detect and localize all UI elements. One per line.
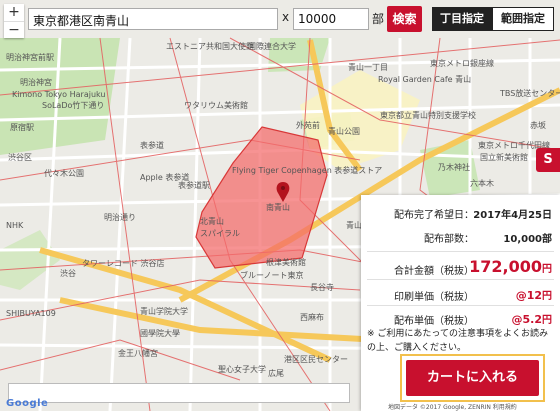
print-price-amount: @12 bbox=[515, 289, 542, 302]
total-amount: 172,000 bbox=[469, 257, 542, 276]
map-label: ワタリウム美術館 bbox=[184, 100, 248, 110]
count-label: 配布部数： bbox=[424, 234, 474, 245]
cart-button-frame: カートに入れる bbox=[400, 354, 545, 402]
times-label: x bbox=[282, 10, 290, 24]
map-label: 六本木 bbox=[470, 178, 494, 188]
delivery-date-value: 2017年4月25日 bbox=[473, 210, 552, 221]
map-attribution[interactable]: 地図データ ©2017 Google, ZENRIN 利用規約 bbox=[388, 402, 517, 411]
delivery-date-label: 配布完了希望日： bbox=[394, 210, 474, 221]
map-label: 明治神宮前駅 bbox=[6, 52, 54, 62]
map-label: TBS放送センター bbox=[499, 88, 560, 98]
map-label: 南青山 bbox=[266, 202, 290, 212]
map-label: 國學院大學 bbox=[140, 328, 180, 338]
map-label: 乃木神社 bbox=[438, 162, 470, 172]
count-row: 配布部数： 10,000部 bbox=[361, 227, 560, 245]
tab-range[interactable]: 範囲指定 bbox=[492, 7, 554, 31]
map-label: 青山公園 bbox=[328, 126, 360, 136]
count-value: 10,000部 bbox=[503, 234, 552, 245]
map-label: 外苑前 bbox=[296, 120, 320, 130]
map-label: Apple 表参道 bbox=[140, 172, 189, 182]
map-label: 渋谷区 bbox=[8, 152, 32, 162]
map-label: 東京都立青山特別支援学校 bbox=[380, 110, 476, 120]
map-label: 国立新美術館 bbox=[480, 152, 528, 162]
unit-label: 部 bbox=[372, 12, 385, 26]
zoom-control: + − bbox=[4, 4, 24, 38]
quantity-input[interactable]: 10000 bbox=[293, 8, 369, 30]
total-label: 合計金額（税抜） bbox=[394, 266, 474, 277]
map-label: 広尾 bbox=[268, 368, 284, 378]
total-value: 172,000円 bbox=[469, 257, 552, 276]
map-label: タワーレコード 渋谷店 bbox=[82, 258, 165, 268]
divider bbox=[367, 251, 554, 252]
bottom-input-field[interactable] bbox=[8, 383, 350, 403]
map-label: SoLaDo竹下通り bbox=[42, 100, 104, 110]
print-price-row: 印刷単価（税抜） @12円 bbox=[361, 285, 560, 303]
zoom-out-button[interactable]: − bbox=[4, 21, 24, 39]
dist-price-amount: @5.2 bbox=[511, 313, 543, 326]
map-label: 明治通り bbox=[104, 212, 136, 222]
map-label: 港区区民センター bbox=[284, 354, 348, 364]
map-label: 国際連合大学 bbox=[248, 41, 296, 51]
add-to-cart-button[interactable]: カートに入れる bbox=[406, 360, 539, 396]
map-label: 渋谷 bbox=[60, 268, 76, 278]
map-label: ブルーノート東京 bbox=[240, 270, 304, 280]
terms-note: ※ ご利用にあたっての注意事項をよくお読みの上、ご購入ください。 bbox=[367, 329, 548, 353]
map-label: SHIBUYA109 bbox=[6, 309, 56, 318]
map-label: Flying Tiger Copenhagen 表参道ストア bbox=[232, 165, 382, 175]
map-label: 赤坂 bbox=[530, 120, 546, 130]
search-toolbar: + − 東京都港区南青山 x 10000 部 検索 丁目指定 範囲指定 bbox=[0, 0, 560, 38]
divider bbox=[367, 305, 554, 306]
map-label: 聖心女子大学 bbox=[218, 364, 266, 374]
dist-price-value: @5.2円 bbox=[512, 311, 553, 326]
map-label: 根津美術館 bbox=[266, 257, 306, 267]
google-logo: Google bbox=[6, 398, 49, 409]
map-label: スパイラル bbox=[200, 229, 240, 238]
print-price-label: 印刷単価（税抜） bbox=[394, 292, 474, 303]
print-price-value: @12円 bbox=[516, 287, 552, 302]
print-price-unit: 円 bbox=[542, 291, 552, 302]
search-button[interactable]: 検索 bbox=[387, 6, 422, 32]
map-label: 原宿駅 bbox=[10, 122, 34, 132]
map-label: エストニア共和国大使館 bbox=[166, 41, 254, 51]
map-label: 長谷寺 bbox=[310, 283, 334, 292]
delivery-date-row: 配布完了希望日： 2017年4月25日 bbox=[361, 203, 560, 221]
map-label: Kimono Tokyo Harajuku bbox=[12, 90, 105, 99]
tab-chome[interactable]: 丁目指定 bbox=[432, 7, 492, 31]
total-unit: 円 bbox=[542, 264, 552, 275]
map-label: 明治神宮 bbox=[20, 77, 52, 87]
map-label: 西麻布 bbox=[300, 312, 324, 322]
divider bbox=[367, 279, 554, 280]
map-label: 東京メトロ銀座線 bbox=[430, 58, 494, 68]
map-label: NHK bbox=[6, 221, 24, 230]
dist-price-row: 配布単価（税抜） @5.2円 bbox=[361, 309, 560, 327]
side-tab-button[interactable]: S bbox=[536, 148, 560, 172]
map-label: 代々木公園 bbox=[44, 168, 84, 178]
map-label: 金王八幡宮 bbox=[118, 348, 158, 358]
dist-price-unit: 円 bbox=[542, 315, 552, 326]
total-row: 合計金額（税抜） 172,000円 bbox=[361, 257, 560, 277]
map-label: 青山一丁目 bbox=[348, 62, 388, 72]
map-label: 表参道 bbox=[140, 140, 164, 150]
map-label: 北青山 bbox=[200, 216, 224, 226]
address-input[interactable]: 東京都港区南青山 bbox=[28, 8, 278, 30]
dist-price-label: 配布単価（税抜） bbox=[394, 316, 474, 327]
map-label: Royal Garden Cafe 青山 bbox=[378, 74, 471, 84]
zoom-in-button[interactable]: + bbox=[4, 4, 24, 21]
map-label: 青山学院大学 bbox=[140, 306, 188, 316]
